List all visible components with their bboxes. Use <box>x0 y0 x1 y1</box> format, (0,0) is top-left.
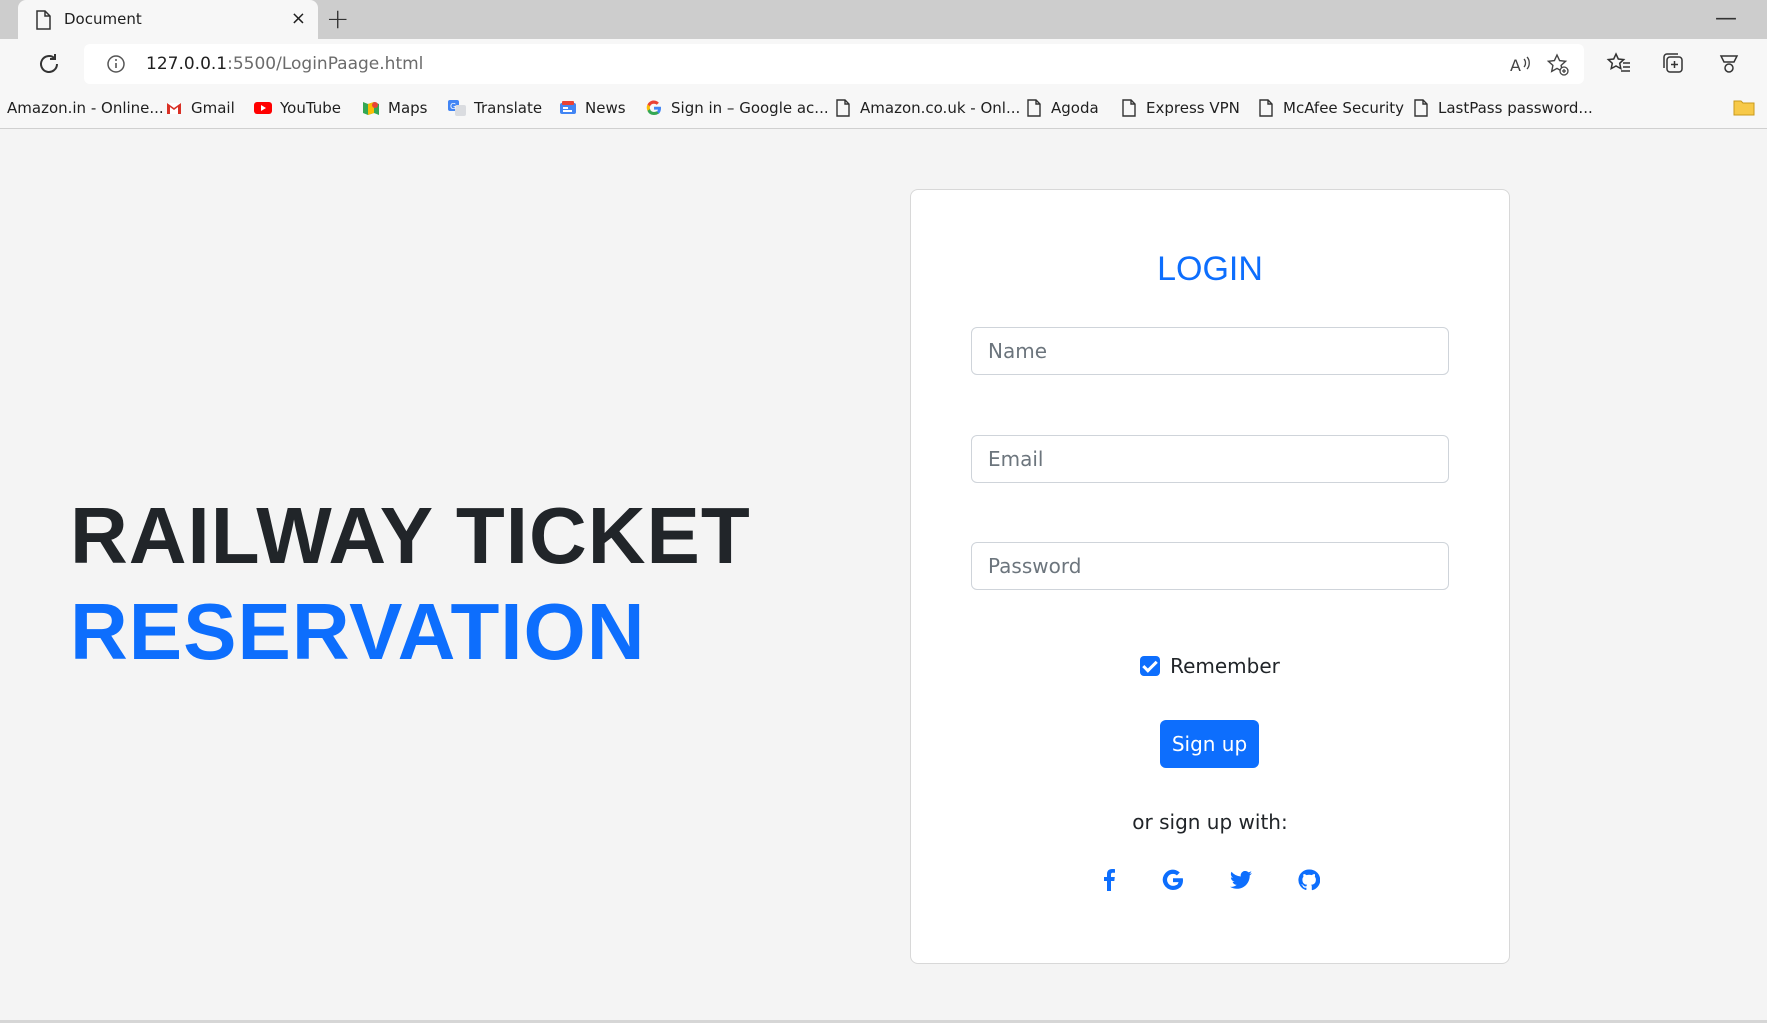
url-path: :5500/LoginPaage.html <box>227 54 424 74</box>
twitter-icon[interactable] <box>1227 866 1255 894</box>
bookmark-label: Maps <box>388 99 428 117</box>
bookmark-news[interactable]: News <box>559 99 626 117</box>
signup-button[interactable]: Sign up <box>1160 720 1259 768</box>
new-tab-icon[interactable]: + <box>326 4 349 34</box>
news-icon <box>560 101 576 114</box>
google-icon[interactable] <box>1159 866 1187 894</box>
close-tab-icon[interactable]: × <box>291 9 306 29</box>
bookmark-lastpass[interactable]: LastPass password... <box>1412 99 1593 117</box>
page-icon <box>836 99 850 117</box>
bookmark-amazon-in[interactable]: Amazon.in - Online... <box>7 99 164 117</box>
bookmark-mcafee[interactable]: McAfee Security <box>1257 99 1404 117</box>
other-favorites-folder-icon[interactable] <box>1733 98 1755 116</box>
url-text: 127.0.0.1:5500/LoginPaage.html <box>146 54 423 74</box>
google-icon <box>646 100 661 116</box>
bookmark-google-signin[interactable]: Sign in – Google ac... <box>645 99 829 117</box>
favorites-icon[interactable] <box>1606 51 1632 77</box>
bookmark-label: LastPass password... <box>1438 99 1593 117</box>
bookmark-label: Amazon.co.uk - Onl... <box>860 99 1021 117</box>
bookmark-label: McAfee Security <box>1283 99 1405 117</box>
add-favorite-icon[interactable] <box>1546 53 1570 77</box>
facebook-icon[interactable] <box>1095 866 1123 894</box>
bookmark-express-vpn[interactable]: Express VPN <box>1120 99 1240 117</box>
bookmark-maps[interactable]: Maps <box>362 99 427 117</box>
bookmark-label: Translate <box>474 99 543 117</box>
site-info-icon[interactable] <box>106 54 126 74</box>
login-card: LOGIN Remember Sign up or sign up with: <box>910 189 1510 964</box>
bookmarks-bar: Amazon.in - Online... Gmail YouTube Maps… <box>0 89 1767 129</box>
svg-text:G: G <box>450 102 456 111</box>
bookmark-agoda[interactable]: Agoda <box>1025 99 1099 117</box>
collections-icon[interactable] <box>1661 51 1687 77</box>
browser-tab[interactable]: Document × <box>18 0 318 39</box>
bookmark-translate[interactable]: G Translate <box>448 99 542 117</box>
document-icon <box>36 10 51 30</box>
alt-signup-text: or sign up with: <box>1132 810 1288 834</box>
bookmark-youtube[interactable]: YouTube <box>254 99 341 117</box>
reload-icon[interactable] <box>36 51 62 77</box>
youtube-icon <box>254 102 272 114</box>
minimize-icon[interactable]: — <box>1715 6 1737 31</box>
remember-checkbox[interactable] <box>1140 656 1161 676</box>
bookmark-amazon-uk[interactable]: Amazon.co.uk - Onl... <box>834 99 1020 117</box>
page-icon <box>1122 99 1136 117</box>
remember-row: Remember <box>911 654 1509 678</box>
tab-title: Document <box>64 10 142 28</box>
login-title: LOGIN <box>1157 250 1263 288</box>
gmail-icon <box>167 103 181 114</box>
tab-strip: Document × + — <box>0 0 1767 39</box>
name-input[interactable] <box>971 327 1449 375</box>
password-input[interactable] <box>971 542 1449 590</box>
bookmark-gmail[interactable]: Gmail <box>165 99 235 117</box>
url-host: 127.0.0.1 <box>146 54 228 74</box>
bookmark-label: Sign in – Google ac... <box>671 99 829 117</box>
bookmark-label: Amazon.in - Online... <box>7 99 164 117</box>
hero-heading: RAILWAY TICKET RESERVATION <box>70 488 751 680</box>
address-bar[interactable]: 127.0.0.1:5500/LoginPaage.html A <box>84 44 1584 84</box>
page-icon <box>1259 99 1273 117</box>
bookmark-label: Express VPN <box>1146 99 1240 117</box>
hero-title-line2: RESERVATION <box>70 587 646 676</box>
extensions-icon[interactable] <box>1716 51 1742 77</box>
bookmark-label: Agoda <box>1051 99 1099 117</box>
svg-text:A: A <box>1510 56 1521 75</box>
bookmark-label: YouTube <box>280 99 341 117</box>
translate-icon: G <box>448 100 466 116</box>
email-input[interactable] <box>971 435 1449 483</box>
bookmark-label: Gmail <box>191 99 235 117</box>
bookmark-label: News <box>585 99 626 117</box>
remember-label[interactable]: Remember <box>1170 654 1280 678</box>
maps-icon <box>363 102 379 115</box>
browser-toolbar: 127.0.0.1:5500/LoginPaage.html A <box>0 39 1767 89</box>
page-icon <box>1027 99 1041 117</box>
page-icon <box>1414 99 1428 117</box>
read-aloud-icon[interactable]: A <box>1508 53 1532 77</box>
github-icon[interactable] <box>1295 866 1323 894</box>
hero-title-line1: RAILWAY TICKET <box>70 491 751 580</box>
